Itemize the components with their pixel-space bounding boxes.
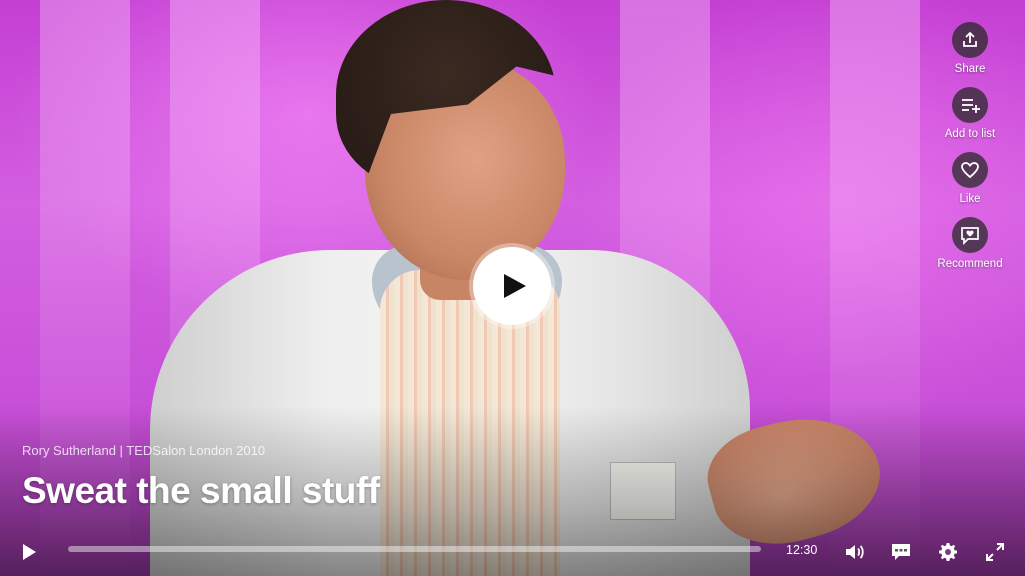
speaker-event[interactable]: Rory Sutherland | TEDSalon London 2010 [22,443,265,458]
like-label: Like [959,193,981,205]
recommend-label: Recommend [937,258,1003,270]
play-button[interactable] [17,540,41,564]
share-icon [952,22,988,58]
heart-icon [952,152,988,188]
captions-button[interactable] [889,540,913,564]
recommend-button[interactable]: Recommend [937,217,1003,270]
fullscreen-icon [986,543,1004,561]
play-icon [503,274,526,298]
add-to-list-button[interactable]: Add to list [944,87,996,140]
volume-button[interactable] [843,540,867,564]
recommend-icon [951,217,988,253]
share-label: Share [954,63,986,75]
video-player[interactable]: Share Add to list Like Recommend Rory Su… [0,0,1025,576]
big-play-button[interactable] [473,247,551,325]
duration-label: 12:30 [786,543,818,557]
video-title[interactable]: Sweat the small stuff [22,470,380,512]
volume-icon [846,545,864,559]
action-rail: Share Add to list Like Recommend [925,22,1015,270]
add-to-list-icon [952,87,988,123]
captions-icon [892,544,910,560]
share-button[interactable]: Share [952,22,988,75]
fullscreen-button[interactable] [983,540,1007,564]
play-icon [23,544,36,560]
like-button[interactable]: Like [952,152,988,205]
gear-icon [939,543,957,561]
add-to-list-label: Add to list [944,128,996,140]
progress-bar[interactable] [68,546,761,552]
settings-button[interactable] [936,540,960,564]
